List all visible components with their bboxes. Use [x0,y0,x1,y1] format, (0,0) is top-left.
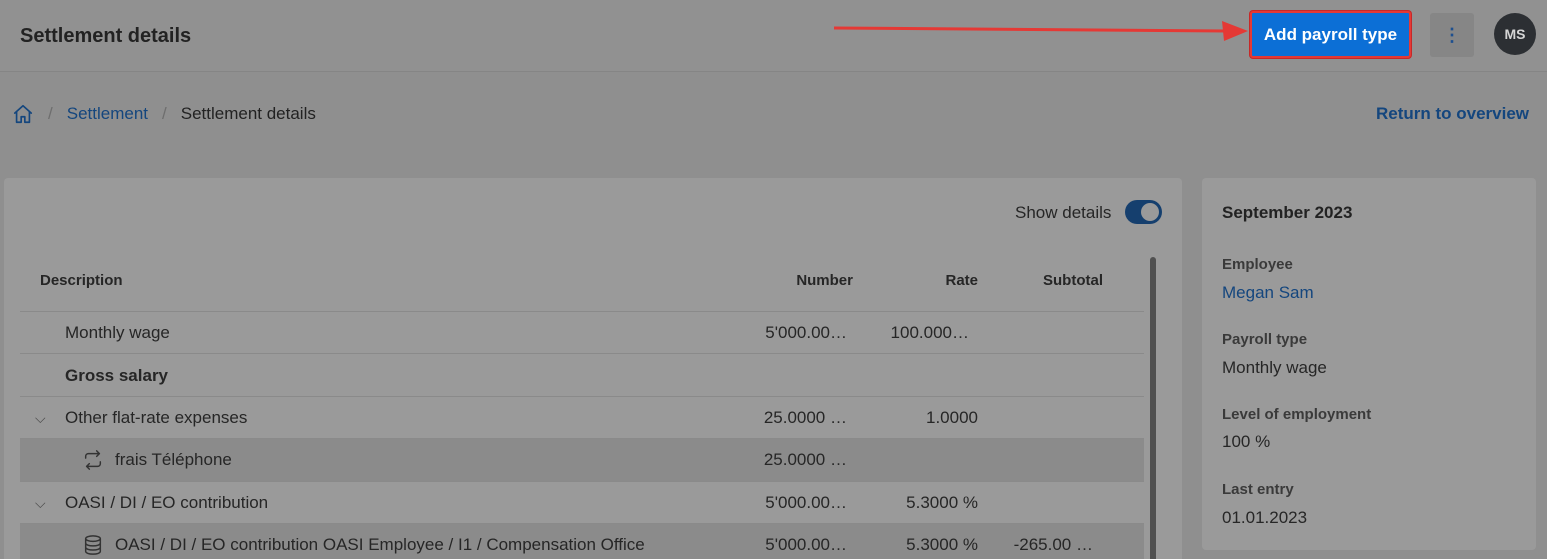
more-menu-button[interactable]: ⋮ [1430,13,1474,57]
repeat-icon [84,450,102,470]
row-description: frais Téléphone [115,450,232,469]
toggle-knob [1141,203,1159,221]
breadcrumb-separator: / [48,104,53,123]
summary-label-payroll-type: Payroll type [1222,331,1308,348]
row-rate: 5.3000 % [906,535,978,554]
summary-label-employment-level: Level of employment [1222,406,1372,423]
summary-value-last-entry: 01.01.2023 [1222,508,1308,527]
row-divider [20,481,1144,482]
row-number: 5'000.00… [765,493,847,512]
avatar[interactable]: MS [1494,13,1536,55]
show-details-label: Show details [1015,203,1112,222]
return-to-overview-link[interactable]: Return to overview [1376,104,1529,124]
chevron-down-icon[interactable]: ⌵ [35,410,46,427]
row-description: Other flat-rate expenses [65,408,248,427]
column-header-rate[interactable]: Rate [945,272,978,289]
summary-label-last-entry: Last entry [1222,481,1294,498]
page-title: Settlement details [20,25,192,47]
row-description: Gross salary [65,366,169,385]
row-number: 5'000.00… [765,535,847,554]
breadcrumb-item-current: Settlement details [180,104,316,123]
database-icon [84,535,102,555]
column-header-description[interactable]: Description [40,272,123,289]
row-divider [20,311,1144,312]
row-rate: 1.0000 [926,408,978,427]
chevron-down-icon[interactable]: ⌵ [35,495,46,512]
column-header-subtotal[interactable]: Subtotal [1043,272,1103,289]
row-number: 25.0000 … [763,408,847,427]
add-payroll-type-button[interactable]: Add payroll type [1250,11,1411,58]
summary-value-employment-level: 100 % [1222,432,1271,451]
row-description: OASI / DI / EO contribution [65,493,269,512]
breadcrumb-item-settlement[interactable]: Settlement [67,104,148,124]
employee-link[interactable]: Megan Sam [1222,283,1314,303]
row-subtotal: -265.00 … [1013,535,1093,554]
home-icon[interactable] [12,103,34,125]
table-scrollbar[interactable] [1150,257,1156,559]
summary-value-payroll-type: Monthly wage [1222,358,1327,377]
row-description: Monthly wage [65,323,170,342]
row-rate: 5.3000 % [906,493,978,512]
column-header-number[interactable]: Number [796,272,853,289]
summary-period: September 2023 [1222,203,1353,222]
more-vertical-icon: ⋮ [1443,24,1461,45]
row-rate: 100.000… [890,323,969,342]
summary-label-employee: Employee [1222,256,1293,273]
breadcrumb-separator: / [162,104,167,123]
row-number: 25.0000 … [763,450,847,469]
row-description: OASI / DI / EO contribution OASI Employe… [115,535,645,554]
row-divider [20,353,1144,354]
row-divider [20,396,1144,397]
breadcrumb: / Settlement / Settlement details [12,103,316,125]
row-number: 5'000.00… [765,323,847,342]
annotation-arrow [833,21,1248,41]
show-details-toggle[interactable] [1125,200,1162,224]
